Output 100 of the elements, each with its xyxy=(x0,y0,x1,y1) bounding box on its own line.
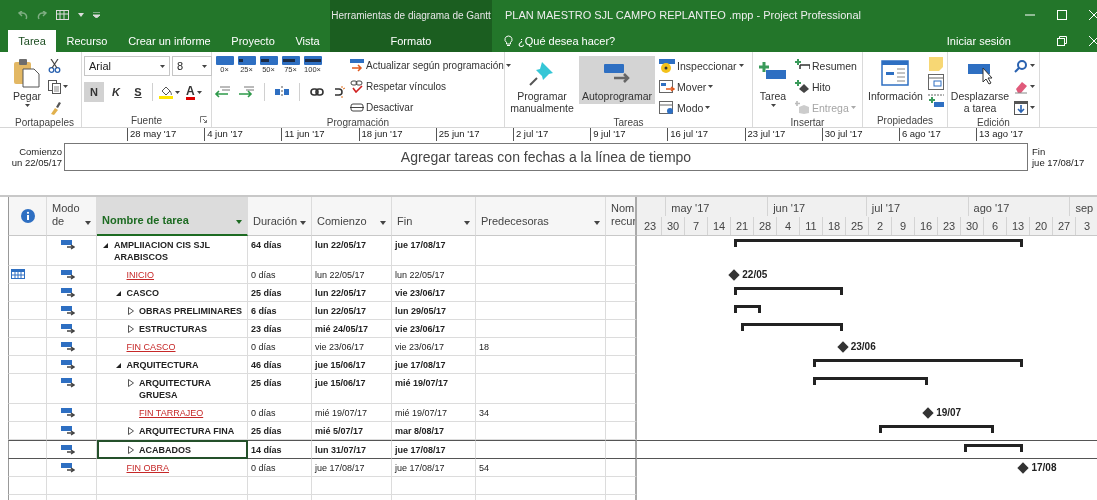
sign-in-link[interactable]: Iniciar sesión xyxy=(940,34,1017,48)
ribbon-tab[interactable]: Proyecto xyxy=(221,30,286,52)
timeline-tick-label: 6 ago '17 xyxy=(898,128,977,141)
task-name-link[interactable]: INICIO xyxy=(126,269,154,281)
expand-triangle-icon[interactable] xyxy=(128,325,134,333)
caret-icon[interactable] xyxy=(380,221,386,225)
context-title: Herramientas de diagrama de Gantt xyxy=(330,0,492,30)
ribbon-tab[interactable]: Vista xyxy=(285,30,330,52)
font-color-button[interactable]: A xyxy=(184,82,204,102)
caret-icon[interactable] xyxy=(236,220,242,224)
unlink-icon[interactable] xyxy=(332,86,346,98)
close-icon[interactable] xyxy=(1089,36,1097,46)
column-header[interactable]: Modo de xyxy=(47,197,97,236)
paint-bucket-icon xyxy=(159,85,173,99)
timeline-tick-label: 16 jul '17 xyxy=(667,128,745,141)
outdent-icon[interactable] xyxy=(214,86,230,98)
split-task-icon[interactable] xyxy=(275,86,289,98)
collapse-triangle-icon[interactable] xyxy=(103,242,108,248)
task-command-button[interactable]: Modo xyxy=(657,98,746,117)
expand-triangle-icon[interactable] xyxy=(128,379,134,387)
information-button[interactable]: Información xyxy=(865,56,926,104)
ribbon-display-icon[interactable] xyxy=(1057,36,1067,46)
ribbon-tab[interactable]: Formato xyxy=(330,30,492,52)
caret-icon[interactable] xyxy=(464,221,470,225)
expand-triangle-icon[interactable] xyxy=(128,307,134,315)
insert-command-button[interactable]: Resumen xyxy=(793,56,859,75)
font-size-select[interactable]: 8 xyxy=(172,56,212,76)
table-cell: 54 xyxy=(476,459,606,477)
ribbon-tab[interactable]: Crear un informe xyxy=(117,30,221,52)
insert-task-button[interactable]: Tarea xyxy=(755,56,791,109)
dialog-launcher-icon[interactable] xyxy=(200,116,207,123)
task-name-link[interactable]: FIN TARRAJEO xyxy=(139,407,204,419)
schedule-mode-button[interactable]: Autoprogramar xyxy=(579,56,656,104)
timeline-tick-label: 13 ago '17 xyxy=(976,128,1054,141)
timeline-finish-label: Fin xyxy=(1032,146,1047,157)
table-cell: mié 5/07/17 xyxy=(312,422,392,440)
column-header[interactable]: Fin xyxy=(392,197,476,236)
caret-icon xyxy=(1030,85,1035,88)
close-icon[interactable] xyxy=(1089,10,1097,20)
task-name-link[interactable]: FIN OBRA xyxy=(126,462,169,474)
details-icon[interactable] xyxy=(927,74,944,90)
copy-button[interactable] xyxy=(46,77,71,96)
insert-command-button[interactable]: Hito xyxy=(793,77,859,96)
week-label: 2 xyxy=(869,217,892,235)
timeline-tick-label: 18 jun '17 xyxy=(358,128,436,141)
week-label: 16 xyxy=(915,217,938,235)
column-header[interactable]: Nombre de tarea xyxy=(97,197,248,236)
week-label: 9 xyxy=(892,217,915,235)
timeline-start-label: Comienzo xyxy=(18,146,62,157)
table-cell: mié 19/07/17 xyxy=(312,404,392,422)
collapse-triangle-icon[interactable] xyxy=(115,290,121,296)
table-cell xyxy=(606,477,637,495)
task-command-button[interactable]: Inspeccionar xyxy=(657,56,746,75)
format-button[interactable]: K xyxy=(106,82,126,102)
caret-icon[interactable] xyxy=(300,221,306,225)
inspect-icon xyxy=(659,58,676,73)
format-button[interactable]: S xyxy=(128,82,148,102)
task-command-button[interactable]: Mover xyxy=(657,77,746,96)
font-select[interactable]: Arial xyxy=(84,56,170,76)
ribbon-tab[interactable]: Tarea xyxy=(8,30,57,52)
caret-icon[interactable] xyxy=(85,221,91,225)
table-cell xyxy=(606,302,637,320)
scroll-to-task-button[interactable]: Desplazarse a tarea xyxy=(950,56,1010,116)
timeline-tick-label: 2 jul '17 xyxy=(512,128,591,141)
timeline-start-date: un 22/05/17 xyxy=(10,157,62,168)
task-name-link[interactable]: FIN CASCO xyxy=(126,341,176,353)
expand-triangle-icon[interactable] xyxy=(128,427,134,435)
caret-icon[interactable] xyxy=(78,13,84,17)
schedule-command-button[interactable]: Actualizar según programación xyxy=(348,56,513,75)
maximize-icon[interactable] xyxy=(1057,10,1067,20)
format-button[interactable]: N xyxy=(84,82,104,102)
collapse-triangle-icon[interactable] xyxy=(115,362,121,368)
timeline-bar[interactable]: Agregar tareas con fechas a la línea de tiempo xyxy=(64,143,1028,171)
table-icon[interactable] xyxy=(56,10,69,20)
timeline-tick-label: 30 jul '17 xyxy=(821,128,899,141)
timeline-add-icon[interactable] xyxy=(927,92,944,108)
table-cell: lun 22/05/17 xyxy=(312,284,392,302)
column-header[interactable]: Comienzo xyxy=(312,197,392,236)
column-header[interactable]: Predecesoras xyxy=(476,197,606,236)
scissors-icon xyxy=(48,58,62,73)
caret-icon[interactable] xyxy=(594,221,600,225)
caret-icon xyxy=(196,90,202,94)
link-icon[interactable] xyxy=(310,87,324,97)
milestone-date: 17/08 xyxy=(1031,462,1057,474)
paste-button[interactable]: Pegar xyxy=(10,56,45,109)
task-name: OBRAS PRELIMINARES xyxy=(139,305,242,317)
table-cell xyxy=(606,320,637,338)
caret-icon xyxy=(175,90,180,94)
table-cell: jue 17/08/17 xyxy=(392,356,476,374)
indent-icon[interactable] xyxy=(238,86,254,98)
auto-schedule-icon xyxy=(61,462,75,473)
week-label: 6 xyxy=(984,217,1007,235)
week-label: 28 xyxy=(754,217,777,235)
customize-icon[interactable] xyxy=(93,12,100,18)
search-field[interactable]: ¿Qué desea hacer? xyxy=(518,35,616,47)
column-header[interactable]: Duración xyxy=(248,197,312,236)
week-label: 13 xyxy=(1007,217,1030,235)
column-header[interactable]: Nom recur xyxy=(606,197,637,236)
ribbon-tab[interactable]: Recurso xyxy=(56,30,118,52)
expand-triangle-icon[interactable] xyxy=(128,446,134,454)
